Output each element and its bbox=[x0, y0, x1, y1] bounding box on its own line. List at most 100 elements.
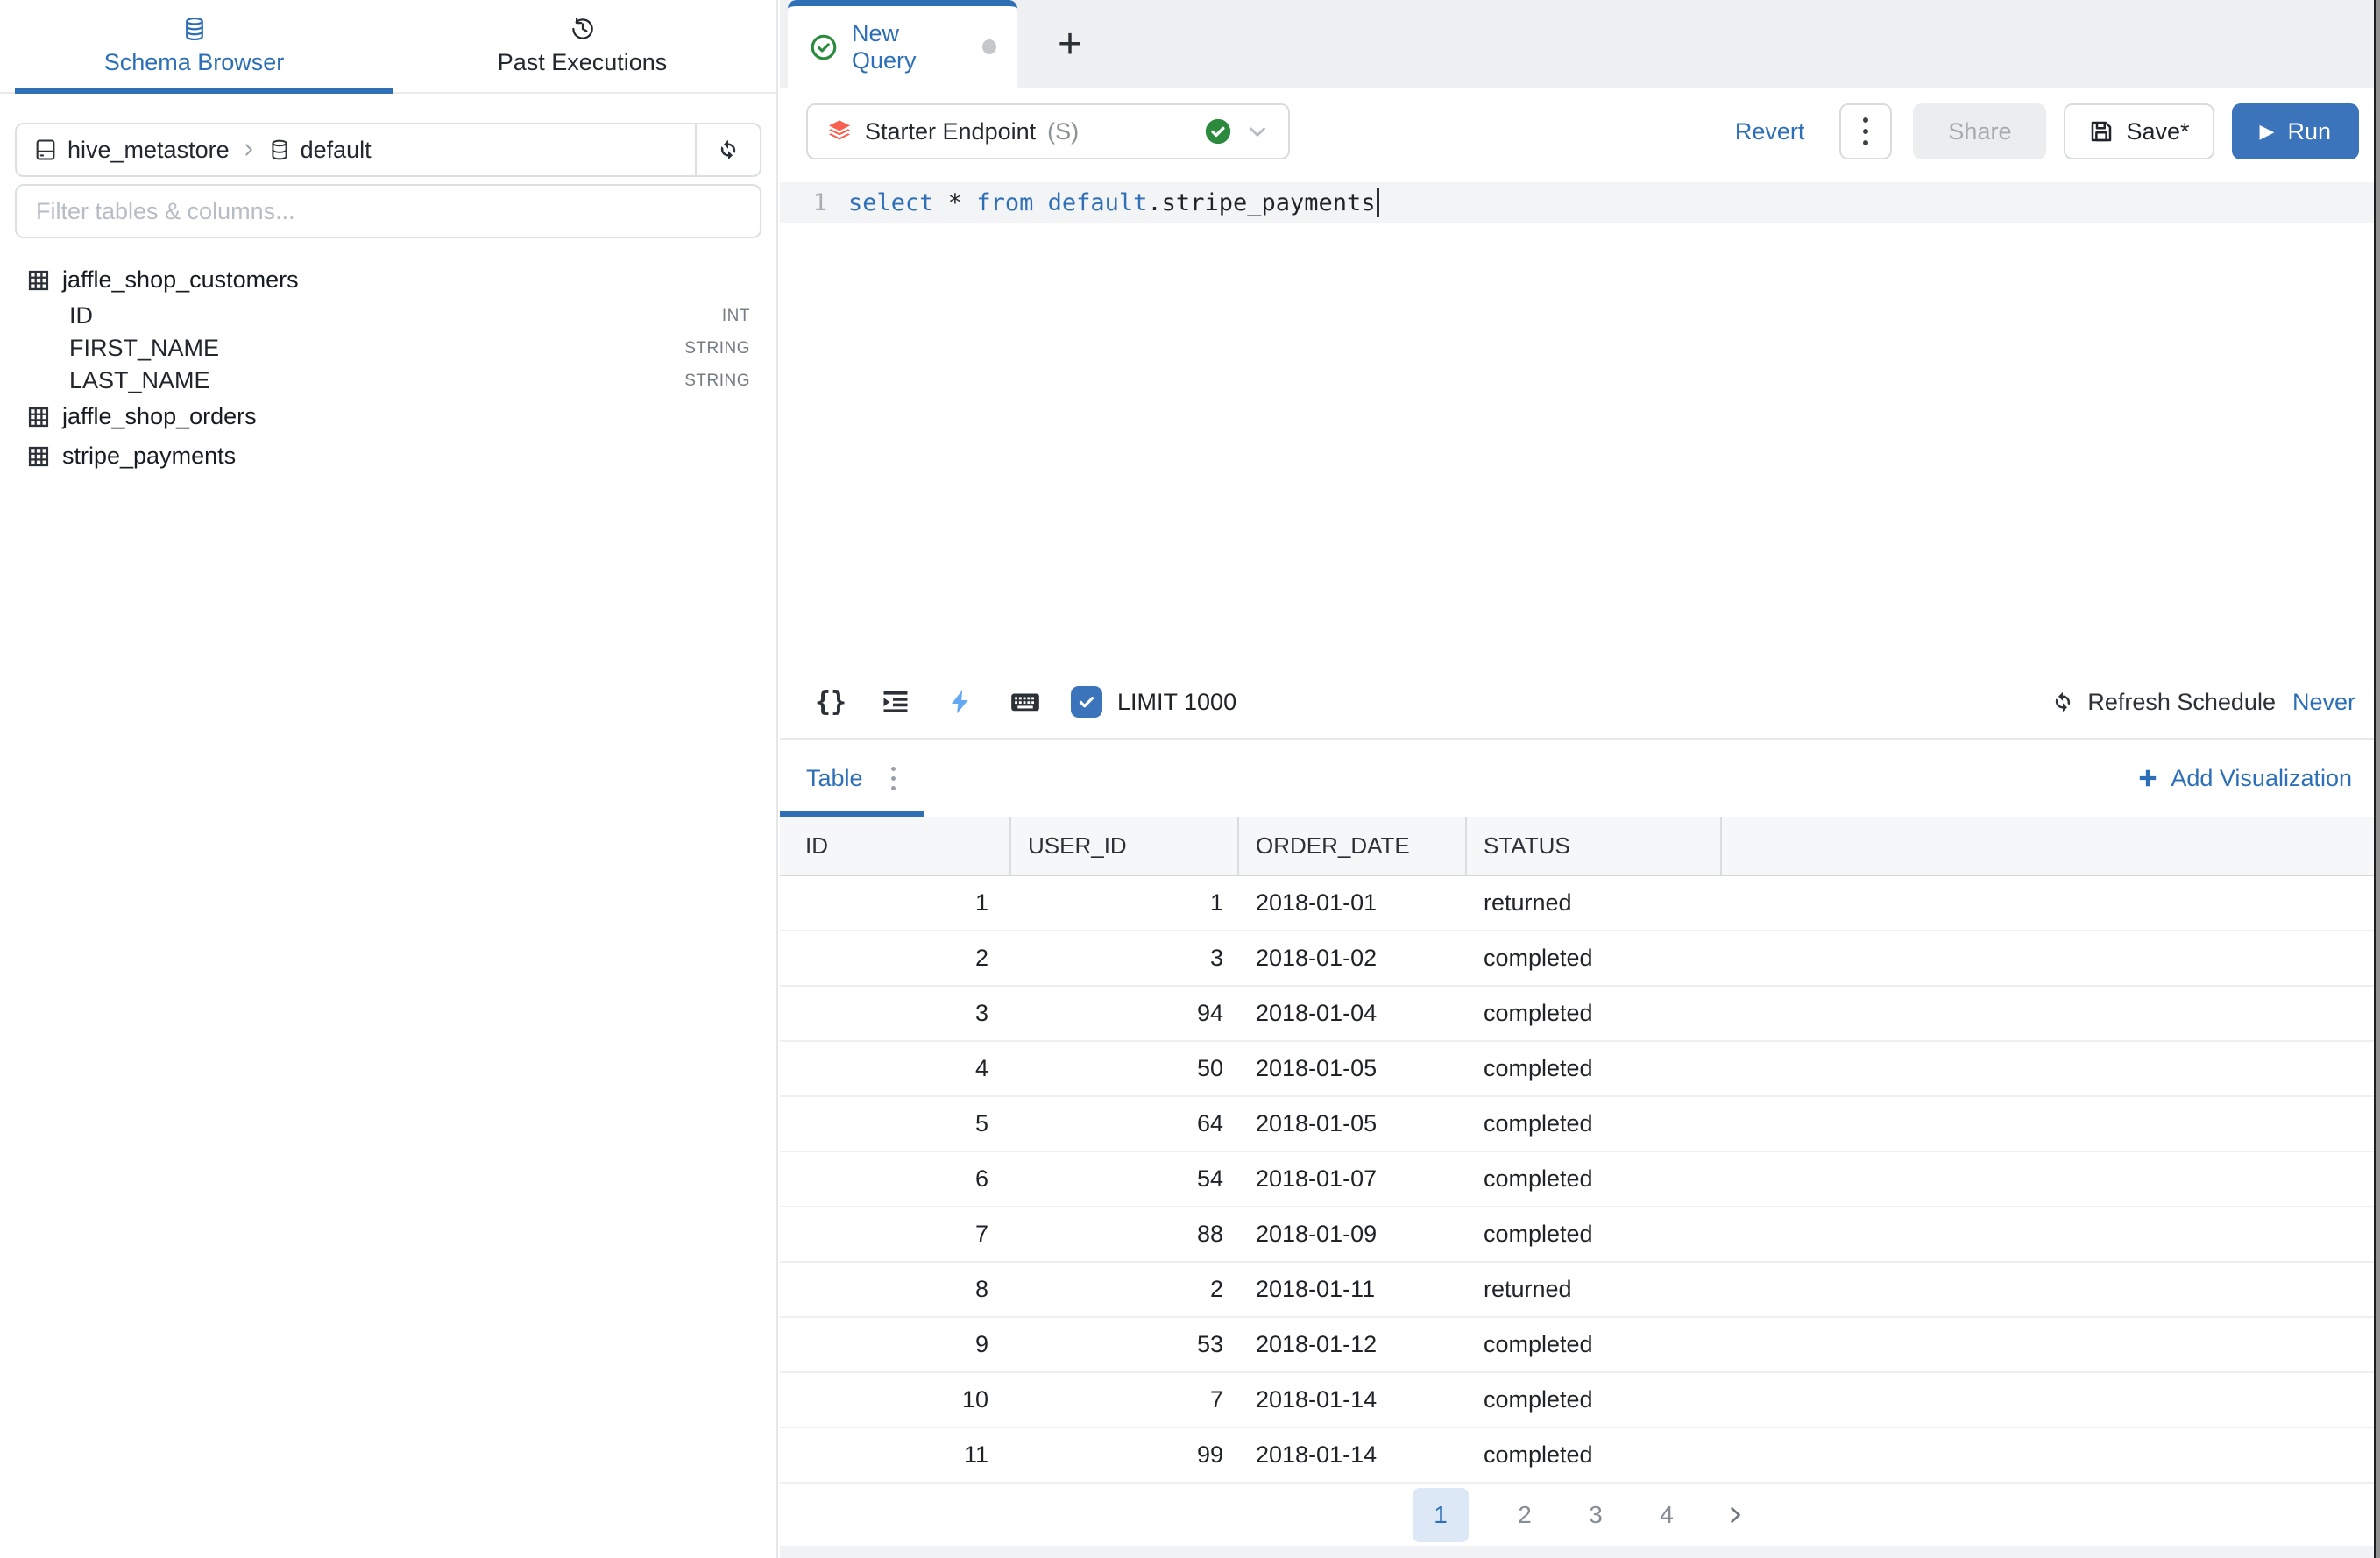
table-item-stripe-payments[interactable]: stripe_payments bbox=[15, 436, 761, 476]
query-options-kebab-button[interactable] bbox=[1839, 103, 1892, 159]
schema-list: jaffle_shop_customers ID INT FIRST_NAME … bbox=[15, 260, 761, 476]
pagination: 1 2 3 4 bbox=[780, 1484, 2380, 1546]
table-item-jaffle-shop-orders[interactable]: jaffle_shop_orders bbox=[15, 397, 761, 436]
table-row: 1072018-01-14completed bbox=[780, 1373, 2380, 1428]
table-row: 232018-01-02completed bbox=[780, 931, 2380, 987]
page-button-4[interactable]: 4 bbox=[1652, 1501, 1682, 1529]
share-button[interactable]: Share bbox=[1913, 103, 2046, 159]
query-workspace: New Query + Starter Endpoint (S) bbox=[780, 0, 2380, 1558]
tab-table-results[interactable]: Table bbox=[806, 765, 863, 792]
text-cursor bbox=[1377, 188, 1379, 217]
refresh-schedule-icon bbox=[2050, 689, 2076, 715]
window-scrollbar-edge[interactable] bbox=[2374, 0, 2380, 1558]
table-row: 112018-01-01returned bbox=[780, 876, 2380, 931]
add-query-tab-button[interactable]: + bbox=[1039, 0, 1101, 88]
query-tab-bar: New Query + bbox=[780, 0, 2380, 88]
column-header-user-id[interactable]: USER_ID bbox=[1011, 817, 1239, 875]
tab-past-executions-label: Past Executions bbox=[498, 49, 668, 76]
page-button-1[interactable]: 1 bbox=[1413, 1488, 1469, 1542]
history-clock-icon bbox=[570, 16, 596, 42]
saved-check-icon bbox=[809, 32, 839, 62]
refresh-schedule-label: Refresh Schedule bbox=[2087, 689, 2276, 716]
table-row: 11992018-01-14completed bbox=[780, 1428, 2380, 1484]
column-item-first-name[interactable]: FIRST_NAME STRING bbox=[15, 332, 761, 365]
endpoint-name: Starter Endpoint bbox=[865, 118, 1036, 145]
tab-past-executions[interactable]: Past Executions bbox=[388, 0, 776, 92]
column-header-id[interactable]: ID bbox=[780, 817, 1011, 875]
table-row: 5642018-01-05completed bbox=[780, 1097, 2380, 1152]
query-toolbar: Starter Endpoint (S) Revert bbox=[780, 88, 2380, 175]
column-header-order-date[interactable]: ORDER_DATE bbox=[1239, 817, 1467, 875]
filter-input-box bbox=[15, 184, 761, 238]
sql-editor[interactable]: 1select * from default.stripe_payments bbox=[780, 175, 2380, 666]
table-row: 4502018-01-05completed bbox=[780, 1042, 2380, 1097]
sql-keyword: select bbox=[848, 189, 934, 216]
auto-indent-button[interactable] bbox=[876, 683, 915, 721]
sidebar-tabs: Schema Browser Past Executions bbox=[0, 0, 776, 94]
line-number: 1 bbox=[780, 189, 848, 216]
lightning-bolt-icon bbox=[946, 688, 974, 716]
schema-sidebar: Schema Browser Past Executions bbox=[0, 0, 778, 1558]
schema-database-icon bbox=[268, 138, 291, 161]
column-name: LAST_NAME bbox=[69, 367, 210, 394]
code-line-1[interactable]: 1select * from default.stripe_payments bbox=[780, 182, 2380, 223]
breadcrumb-catalog[interactable]: hive_metastore bbox=[67, 137, 230, 164]
table-row: 822018-01-11returned bbox=[780, 1263, 2380, 1318]
kebab-icon bbox=[1863, 117, 1868, 123]
table-row: 9532018-01-12completed bbox=[780, 1318, 2380, 1373]
query-tab-new-query[interactable]: New Query bbox=[788, 0, 1017, 88]
filter-input[interactable] bbox=[36, 198, 740, 225]
save-button[interactable]: Save* bbox=[2064, 103, 2214, 159]
endpoint-layers-icon bbox=[825, 117, 854, 145]
table-item-jaffle-shop-customers[interactable]: jaffle_shop_customers bbox=[15, 260, 761, 300]
table-name: stripe_payments bbox=[62, 443, 236, 470]
endpoint-selector[interactable]: Starter Endpoint (S) bbox=[806, 103, 1290, 159]
revert-button[interactable]: Revert bbox=[1735, 118, 1805, 145]
column-item-last-name[interactable]: LAST_NAME STRING bbox=[15, 365, 761, 397]
limit-checkbox[interactable] bbox=[1071, 686, 1102, 718]
table-tab-underline bbox=[780, 811, 924, 817]
sql-keyword: default bbox=[1048, 189, 1148, 216]
limit-1000-toggle[interactable]: LIMIT 1000 bbox=[1071, 686, 1236, 718]
live-autocomplete-button[interactable] bbox=[941, 683, 980, 721]
indent-icon bbox=[880, 686, 911, 718]
results-header: Table Add Visualization bbox=[780, 740, 2380, 817]
schema-breadcrumb-box: hive_metastore default bbox=[15, 123, 761, 177]
refresh-icon bbox=[715, 137, 741, 163]
refresh-schema-button[interactable] bbox=[695, 124, 760, 175]
save-floppy-icon bbox=[2088, 118, 2114, 145]
query-tab-label: New Query bbox=[852, 20, 964, 74]
column-item-id[interactable]: ID INT bbox=[15, 300, 761, 332]
endpoint-status-check-icon bbox=[1203, 117, 1233, 146]
chevron-right-icon bbox=[239, 140, 259, 159]
page-button-2[interactable]: 2 bbox=[1510, 1501, 1540, 1529]
endpoint-size: (S) bbox=[1047, 118, 1079, 145]
unsaved-dot-icon bbox=[982, 39, 996, 54]
keyboard-shortcuts-button[interactable] bbox=[1006, 683, 1045, 721]
results-scrollbar-track[interactable] bbox=[780, 1546, 2380, 1558]
column-header-status[interactable]: STATUS bbox=[1467, 817, 1722, 875]
format-query-button[interactable]: {} bbox=[811, 683, 850, 721]
play-icon: ▶ bbox=[2260, 120, 2275, 143]
next-page-button[interactable] bbox=[1723, 1503, 1747, 1527]
add-visualization-button[interactable]: Add Visualization bbox=[2136, 765, 2352, 792]
table-grid-icon bbox=[26, 405, 51, 429]
kebab-icon bbox=[891, 767, 896, 771]
breadcrumb-schema[interactable]: default bbox=[301, 137, 372, 164]
plus-icon: + bbox=[1058, 20, 1082, 68]
chevron-down-icon bbox=[1244, 118, 1271, 145]
page-button-3[interactable]: 3 bbox=[1581, 1501, 1611, 1529]
catalog-icon bbox=[33, 138, 58, 162]
sidebar-body: hive_metastore default bbox=[0, 94, 776, 476]
sql-keyword: from bbox=[976, 189, 1033, 216]
table-grid-icon bbox=[26, 268, 51, 293]
table-grid-icon bbox=[26, 444, 51, 469]
refresh-schedule-value[interactable]: Never bbox=[2292, 689, 2355, 716]
curly-braces-icon: {} bbox=[815, 687, 846, 718]
column-type: INT bbox=[722, 307, 750, 326]
results-options-kebab[interactable] bbox=[891, 767, 896, 790]
tab-schema-browser[interactable]: Schema Browser bbox=[0, 0, 388, 92]
results-grid-body: 112018-01-01returned 232018-01-02complet… bbox=[780, 876, 2380, 1484]
database-icon bbox=[181, 16, 208, 42]
run-button[interactable]: ▶ Run bbox=[2232, 103, 2359, 159]
